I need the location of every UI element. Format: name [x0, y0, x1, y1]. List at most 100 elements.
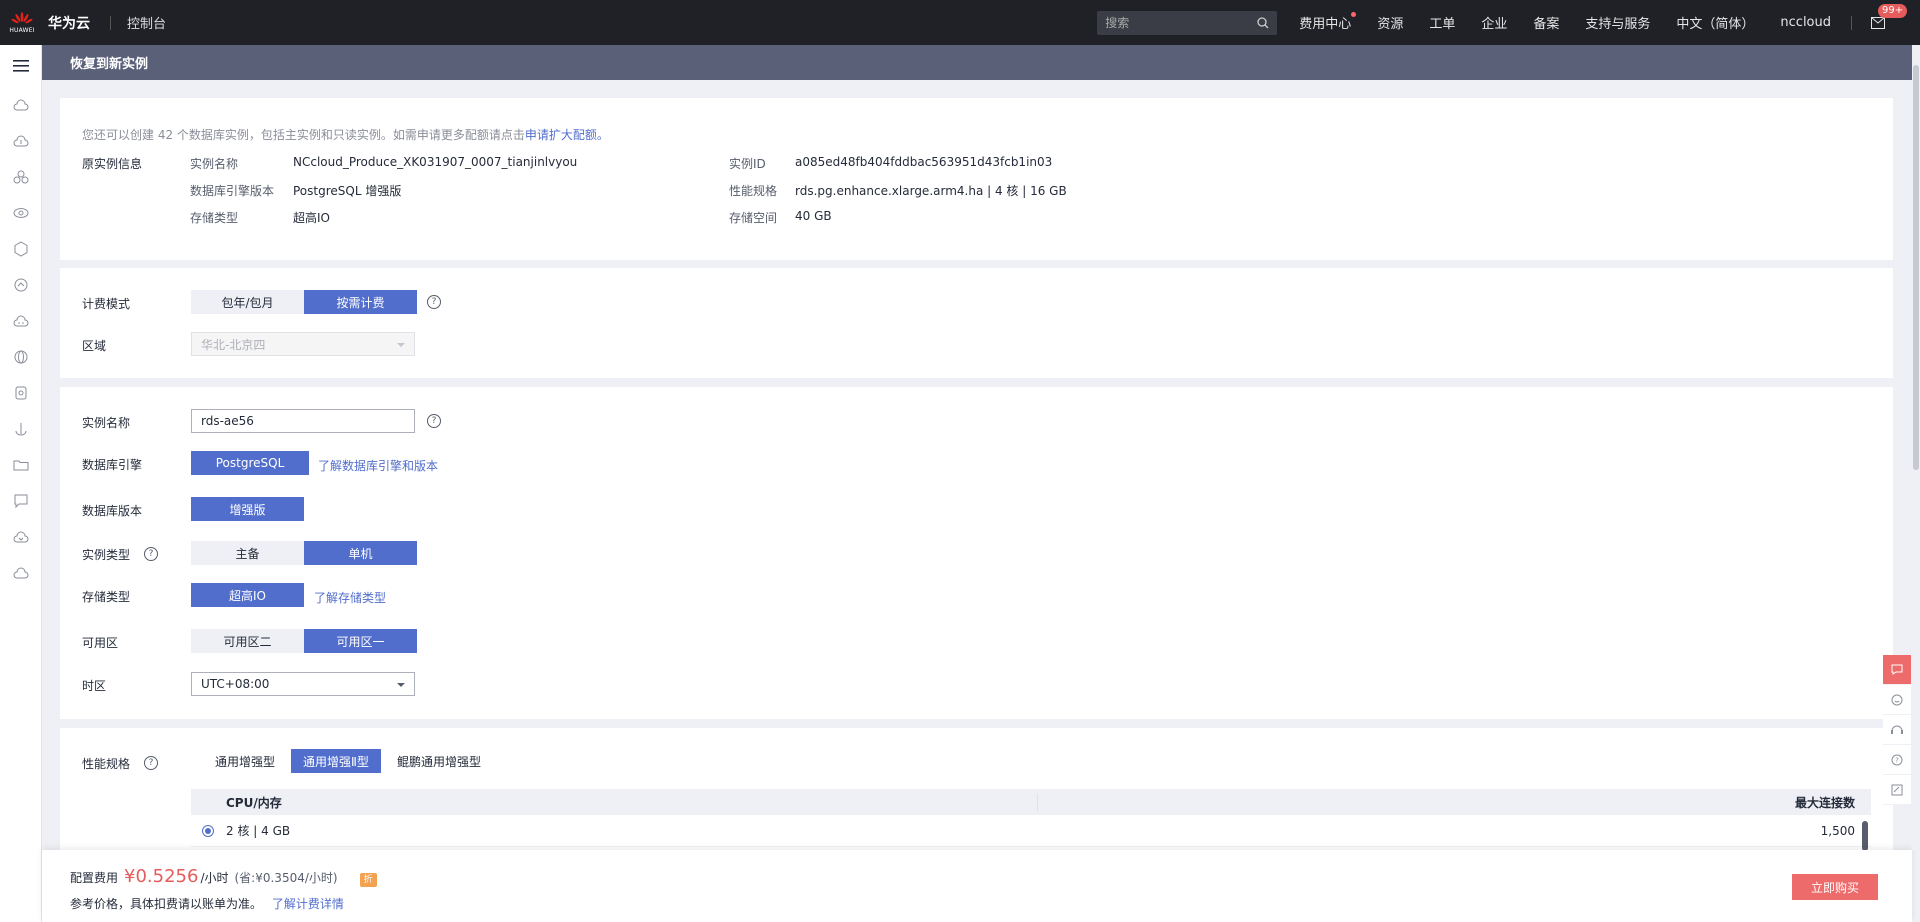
huawei-flower-icon	[11, 11, 33, 23]
table-row[interactable]: 2 核 | 4 GB 1,500	[191, 815, 1871, 847]
nav-icp[interactable]: 备案	[1533, 13, 1559, 32]
page-title: 恢复到新实例	[42, 45, 1912, 80]
search-input[interactable]: 搜索	[1097, 10, 1278, 35]
timezone-select[interactable]: UTC+08:00	[191, 672, 415, 696]
smile-icon[interactable]	[1883, 685, 1911, 715]
performance-label: 性能规格	[82, 757, 131, 771]
sidebar-document-icon[interactable]	[0, 375, 41, 411]
quota-increase-link[interactable]: 申请扩大配额。	[525, 128, 609, 142]
nav-tickets[interactable]: 工单	[1429, 13, 1455, 32]
info-label: 实例名称	[190, 157, 239, 171]
info-value: NCcloud_Produce_XK031907_0007_tianjinlvy…	[293, 155, 578, 169]
region-label: 区域	[82, 339, 107, 353]
instance-type-selector: 主备 单机	[191, 541, 417, 565]
column-header-cpu-memory: CPU/内存	[191, 793, 1038, 811]
tab-general-enhanced[interactable]: 通用增强型	[203, 749, 287, 773]
buy-now-button[interactable]: 立即购买	[1792, 874, 1878, 900]
version-option-enhanced[interactable]: 增强版	[191, 497, 304, 521]
scrollbar-thumb[interactable]	[1913, 65, 1919, 470]
storage-option-ultra-high-io[interactable]: 超高IO	[191, 583, 304, 607]
mail-button[interactable]: 99+	[1868, 3, 1908, 33]
nav-enterprise[interactable]: 企业	[1481, 13, 1507, 32]
floating-toolbar: ?	[1883, 655, 1911, 805]
nav-resources[interactable]: 资源	[1377, 13, 1403, 32]
console-link[interactable]: 控制台	[127, 13, 166, 32]
billing-option-yearly[interactable]: 包年/包月	[191, 290, 304, 314]
info-label: 实例ID	[729, 157, 766, 171]
divider	[1851, 15, 1852, 30]
tab-general-enhanced-ii[interactable]: 通用增强Ⅱ型	[291, 749, 381, 773]
type-option-primary-standby[interactable]: 主备	[191, 541, 304, 565]
brand-name[interactable]: 华为云	[48, 13, 90, 33]
nav-label: 费用中心	[1299, 17, 1352, 32]
help-icon[interactable]: ?	[427, 295, 441, 309]
edit-icon[interactable]	[1883, 775, 1911, 805]
notification-dot	[1351, 12, 1357, 17]
nav-support[interactable]: 支持与服务	[1585, 13, 1650, 32]
info-value: a085ed48fb404fddbac563951d43fcb1in03	[795, 155, 1053, 169]
instance-name-value: rds-ae56	[201, 414, 254, 428]
search-icon[interactable]	[1257, 16, 1269, 29]
quota-notice: 您还可以创建 42 个数据库实例，包括主实例和只读实例。如需申请更多配额请点击申…	[82, 126, 609, 143]
az-option-1[interactable]: 可用区一	[304, 629, 417, 653]
mail-badge: 99+	[1878, 3, 1908, 18]
info-value: PostgreSQL 增强版	[293, 184, 402, 198]
az-label: 可用区	[82, 636, 119, 650]
radio-selected[interactable]	[202, 824, 214, 837]
page-scrollbar[interactable]	[1912, 45, 1920, 850]
customer-service-icon[interactable]	[1883, 715, 1911, 745]
discount-tag: 折	[359, 873, 377, 887]
info-value: rds.pg.enhance.xlarge.arm4.ha | 4 核 | 16…	[795, 184, 1067, 198]
help-icon[interactable]: ?	[144, 547, 158, 561]
sidebar-globe-icon[interactable]	[0, 339, 41, 375]
table-scrollbar[interactable]	[1862, 821, 1868, 851]
price-label: 配置费用	[70, 871, 119, 885]
nav-billing-center[interactable]: 费用中心	[1299, 12, 1357, 32]
type-option-single[interactable]: 单机	[304, 541, 417, 565]
feedback-chat-icon[interactable]	[1883, 655, 1911, 685]
sidebar-message-icon[interactable]	[0, 483, 41, 519]
sidebar-chat-icon[interactable]	[0, 267, 41, 303]
help-icon[interactable]: ?	[144, 756, 158, 770]
spec-cell: 2 核 | 4 GB	[226, 824, 291, 838]
billing-option-pay-per-use[interactable]: 按需计费	[304, 290, 417, 314]
engine-label: 数据库引擎	[82, 458, 143, 472]
logo-text: HUAWEI	[9, 26, 35, 34]
sidebar-eye-icon[interactable]	[0, 195, 41, 231]
sidebar-cloud-icon[interactable]	[0, 303, 41, 339]
divider	[110, 15, 111, 30]
engine-info-link[interactable]: 了解数据库引擎和版本	[318, 457, 438, 474]
reference-line: 参考价格，具体扣费请以账单为准。 了解计费详情	[70, 895, 344, 912]
sidebar-anchor-icon[interactable]	[0, 411, 41, 447]
sidebar-cluster-icon[interactable]	[0, 159, 41, 195]
help-icon[interactable]: ?	[427, 414, 441, 428]
hamburger-icon	[12, 60, 29, 72]
nav-language[interactable]: 中文（简体）	[1676, 13, 1754, 32]
search-placeholder: 搜索	[1105, 16, 1130, 30]
billing-details-link[interactable]: 了解计费详情	[272, 897, 344, 911]
storage-info-link[interactable]: 了解存储类型	[314, 589, 386, 606]
version-label: 数据库版本	[82, 504, 143, 518]
config-card: 实例名称 rds-ae56 ? 数据库引擎 PostgreSQL 了解数据库引擎…	[60, 387, 1893, 719]
source-instance-label: 原实例信息	[82, 157, 143, 171]
sidebar-cloud-server-icon[interactable]	[0, 87, 41, 123]
user-menu[interactable]: nccloud	[1780, 15, 1831, 30]
sidebar-cloud-simple-icon[interactable]	[0, 555, 41, 591]
price-unit: /小时	[200, 871, 229, 885]
sidebar-hexagon-icon[interactable]	[0, 231, 41, 267]
engine-option-postgresql[interactable]: PostgreSQL	[191, 451, 309, 475]
spec-table: CPU/内存 最大连接数 2 核 | 4 GB 1,500	[191, 789, 1871, 847]
tab-kunpeng-enhanced[interactable]: 鲲鹏通用增强型	[385, 749, 493, 773]
connections-cell: 1,500	[1820, 823, 1855, 838]
help-circle-icon[interactable]: ?	[1883, 745, 1911, 775]
huawei-logo[interactable]: HUAWEI	[0, 0, 44, 45]
sidebar-cloud-download-icon[interactable]	[0, 519, 41, 555]
price-line: 配置费用 ¥0.5256 /小时 (省:¥0.3504/小时) 折	[70, 866, 377, 887]
menu-toggle[interactable]	[0, 45, 41, 87]
instance-name-input[interactable]: rds-ae56	[191, 409, 415, 433]
billing-mode-selector: 包年/包月 按需计费	[191, 290, 417, 314]
sidebar-folder-icon[interactable]	[0, 447, 41, 483]
sidebar-cloud-upload-icon[interactable]	[0, 123, 41, 159]
az-option-2[interactable]: 可用区二	[191, 629, 304, 653]
source-instance-card: 您还可以创建 42 个数据库实例，包括主实例和只读实例。如需申请更多配额请点击申…	[60, 98, 1893, 260]
